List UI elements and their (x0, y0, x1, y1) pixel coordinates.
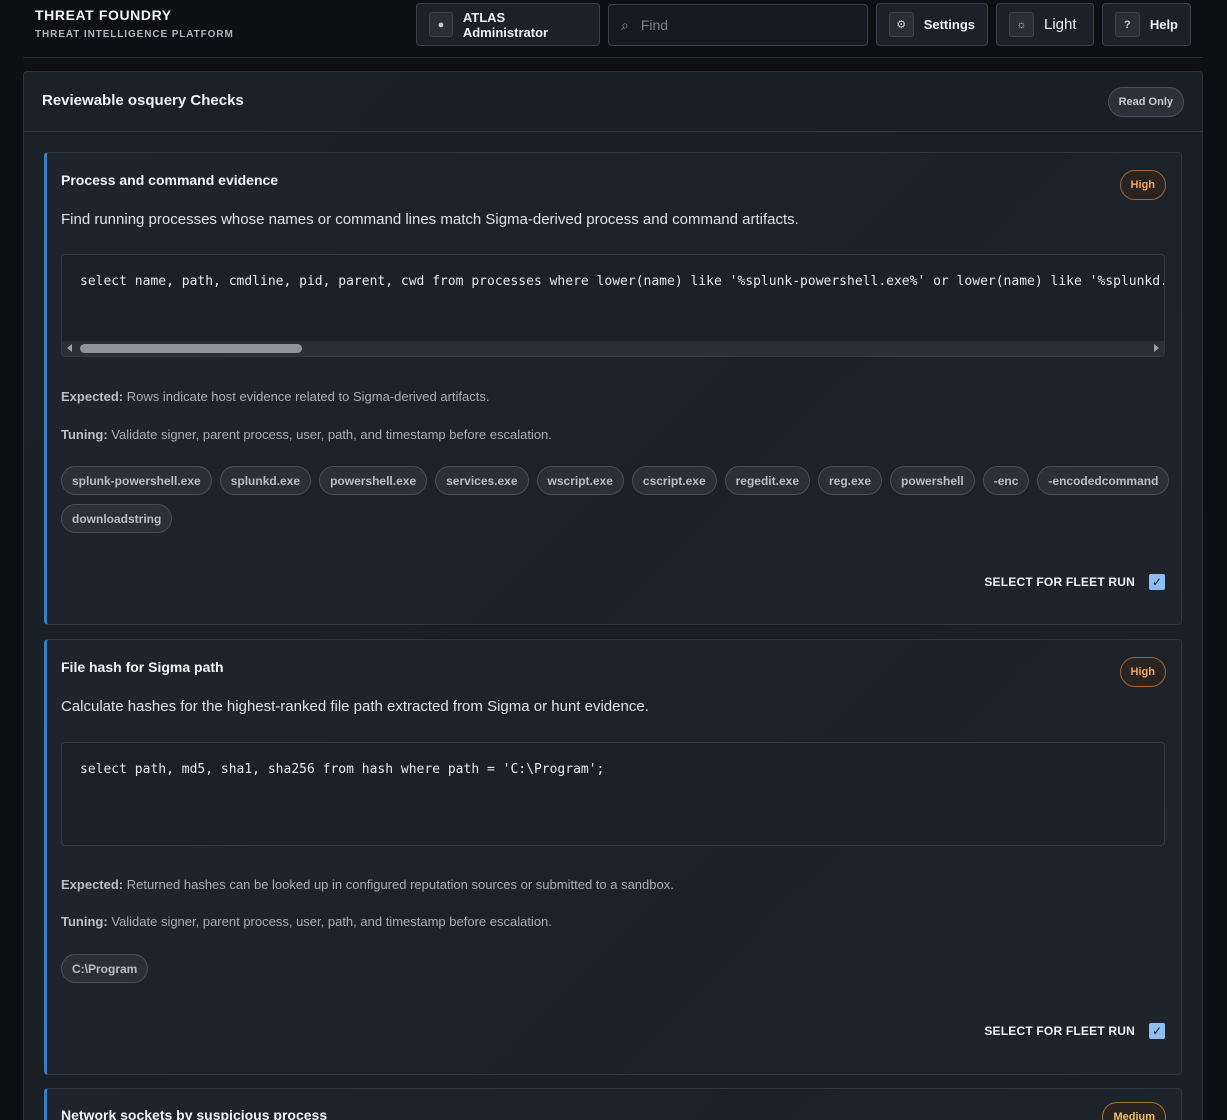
help-button[interactable]: ? Help (1102, 3, 1191, 46)
settings-button[interactable]: ⚙ Settings (876, 3, 988, 46)
artifact-tag: splunkd.exe (219, 466, 312, 495)
expected-text: Rows indicate host evidence related to S… (126, 389, 490, 404)
settings-label: Settings (923, 17, 975, 32)
artifact-tag: powershell.exe (319, 466, 428, 495)
tuning-label: Tuning: (61, 914, 108, 929)
search-input[interactable] (640, 17, 841, 33)
user-label: ATLAS Administrator (462, 9, 549, 40)
brand: THREAT FOUNDRY THREAT INTELLIGENCE PLATF… (35, 7, 234, 40)
help-label: Help (1149, 17, 1178, 32)
severity-badge: Medium (1102, 1102, 1166, 1120)
expected-label: Expected: (61, 877, 124, 892)
tuning-label: Tuning: (61, 427, 108, 442)
brand-name: THREAT FOUNDRY (35, 7, 172, 23)
tuning-text: Validate signer, parent process, user, p… (111, 427, 552, 442)
theme-toggle-button[interactable]: ☼ Light (996, 3, 1094, 46)
artifact-tag: services.exe (435, 466, 529, 495)
question-icon: ? (1115, 12, 1140, 37)
fleet-select-checkbox[interactable]: ✓ (1149, 1023, 1165, 1039)
query-box[interactable]: select name, path, cmdline, pid, parent,… (61, 254, 1165, 357)
gear-icon: ⚙ (889, 12, 914, 37)
artifact-tag: reg.exe (818, 466, 883, 495)
expected-text: Returned hashes can be looked up in conf… (126, 877, 674, 892)
scroll-left-icon[interactable] (67, 344, 72, 352)
expected-line: Expected: Returned hashes can be looked … (61, 877, 674, 892)
scrollbar-thumb[interactable] (80, 344, 302, 353)
check-card: Process and command evidence High Find r… (44, 152, 1182, 625)
panel-header: Reviewable osquery Checks Read Only (24, 72, 1202, 132)
artifact-tag: -enc (982, 466, 1030, 495)
search-box[interactable]: ⌕ (608, 4, 868, 46)
artifact-tag: C:\Program (61, 954, 149, 983)
artifact-tags: C:\Program (61, 954, 1171, 983)
artifact-tag: powershell (890, 466, 975, 495)
severity-badge: High (1119, 170, 1166, 200)
artifact-tag: wscript.exe (536, 466, 624, 495)
fleet-select-label[interactable]: SELECT FOR FLEET RUN (984, 1024, 1135, 1038)
check-title: File hash for Sigma path (61, 659, 224, 675)
artifact-tag: cscript.exe (631, 466, 717, 495)
dot-icon: ● (429, 12, 453, 37)
search-icon: ⌕ (621, 16, 629, 33)
read-only-badge: Read Only (1107, 87, 1184, 117)
artifact-tag: splunk-powershell.exe (61, 466, 212, 495)
sun-icon: ☼ (1009, 12, 1034, 37)
theme-label: Light (1044, 16, 1077, 33)
tuning-line: Tuning: Validate signer, parent process,… (61, 427, 552, 442)
artifact-tag: downloadstring (61, 504, 173, 533)
expected-line: Expected: Rows indicate host evidence re… (61, 389, 490, 404)
tuning-line: Tuning: Validate signer, parent process,… (61, 914, 552, 929)
scroll-right-icon[interactable] (1154, 344, 1159, 352)
artifact-tag: -encodedcommand (1037, 466, 1170, 495)
fleet-select[interactable]: SELECT FOR FLEET RUN ✓ (984, 574, 1165, 590)
check-title: Process and command evidence (61, 172, 279, 188)
query-text[interactable]: select path, md5, sha1, sha256 from hash… (80, 762, 604, 777)
panel-title: Reviewable osquery Checks (42, 92, 244, 109)
query-text[interactable]: select name, path, cmdline, pid, parent,… (80, 274, 1164, 289)
check-title: Network sockets by suspicious process (61, 1107, 328, 1120)
expected-label: Expected: (61, 389, 124, 404)
user-button[interactable]: ● ATLAS Administrator (416, 3, 600, 46)
brand-subtitle: THREAT INTELLIGENCE PLATFORM (35, 29, 234, 40)
artifact-tags: splunk-powershell.exe splunkd.exe powers… (61, 466, 1171, 533)
horizontal-scrollbar[interactable] (62, 341, 1164, 356)
artifact-tag: regedit.exe (724, 466, 810, 495)
checks-panel: Reviewable osquery Checks Read Only Proc… (23, 71, 1203, 1120)
severity-badge: High (1119, 657, 1166, 687)
check-card: Network sockets by suspicious process Me… (44, 1088, 1182, 1120)
fleet-select-label[interactable]: SELECT FOR FLEET RUN (984, 575, 1135, 589)
fleet-select-checkbox[interactable]: ✓ (1149, 574, 1165, 590)
top-bar: THREAT FOUNDRY THREAT INTELLIGENCE PLATF… (23, 0, 1203, 58)
check-card: File hash for Sigma path High Calculate … (44, 639, 1182, 1075)
check-description: Calculate hashes for the highest-ranked … (61, 698, 649, 715)
query-box[interactable]: select path, md5, sha1, sha256 from hash… (61, 742, 1165, 846)
fleet-select[interactable]: SELECT FOR FLEET RUN ✓ (984, 1023, 1165, 1039)
tuning-text: Validate signer, parent process, user, p… (111, 914, 552, 929)
check-description: Find running processes whose names or co… (61, 211, 799, 228)
